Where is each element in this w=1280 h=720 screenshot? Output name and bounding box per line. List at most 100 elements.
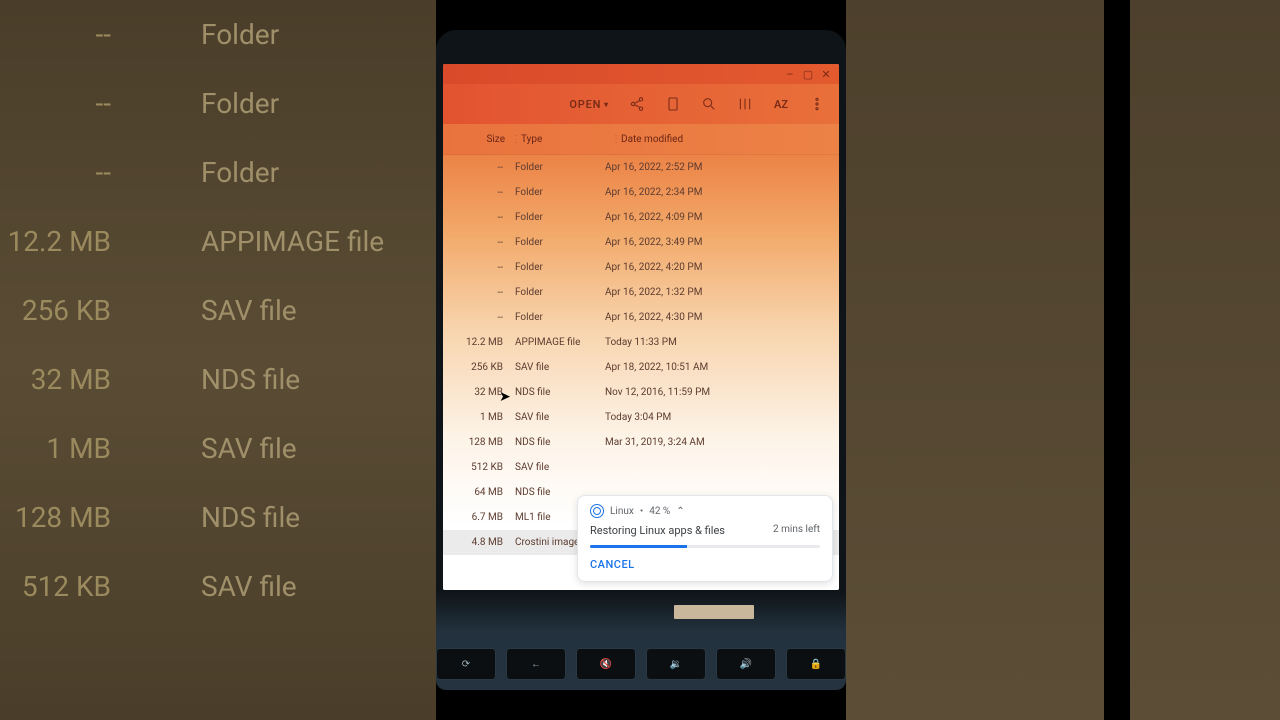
table-row[interactable]: -- FolderApr 16, 2022, 3:49 PM [443, 230, 839, 255]
toast-title: Restoring Linux apps & files [590, 524, 725, 537]
cell-size: 4.8 MB [443, 537, 503, 548]
share-icon[interactable] [629, 96, 645, 112]
toast-progress-bar [590, 545, 820, 548]
cell-date: Apr 16, 2022, 3:49 PM [605, 237, 839, 248]
toast-header[interactable]: Linux • 42 % ⌃ [590, 504, 820, 518]
background-row: -- Folder [0, 69, 436, 138]
sort-az-icon[interactable]: AZ [773, 96, 789, 112]
bg-size: 32 MB [6, 363, 111, 396]
bg-size: 128 MB [6, 501, 111, 534]
table-row[interactable]: 512 KB SAV file [443, 455, 839, 480]
column-header-date[interactable]: Date modified [621, 134, 839, 145]
cell-size: -- [443, 287, 503, 298]
bg-size: -- [6, 87, 111, 120]
cell-type: SAV file [515, 362, 605, 373]
cell-size: 1 MB [443, 412, 503, 423]
keyboard-key: 🔉 [646, 648, 706, 680]
background-row: 256 KB SAV file [0, 276, 436, 345]
cell-size: 128 MB [443, 437, 503, 448]
cell-type: APPIMAGE file [515, 337, 605, 348]
table-row[interactable]: --FolderApr 16, 2022, 4:30 PM [443, 305, 839, 330]
bg-size: 512 KB [6, 570, 111, 603]
toast-app-name: Linux [610, 506, 634, 517]
bg-type: NDS file [201, 363, 300, 396]
cell-type: Folder [515, 187, 605, 198]
table-row[interactable]: -- FolderApr 16, 2022, 1:32 PM [443, 280, 839, 305]
cell-size: 256 KB [443, 362, 503, 373]
cell-size: -- [443, 237, 503, 248]
laptop-touchpad-notch [674, 605, 754, 619]
cell-size: 12.2 MB [443, 337, 503, 348]
open-button[interactable]: OPEN [569, 98, 609, 111]
view-toggle-icon[interactable] [737, 96, 753, 112]
cell-size: 64 MB [443, 487, 503, 498]
background-row: 32 MB NDS file [0, 345, 436, 414]
background-row: 1 MBSAV file [0, 414, 436, 483]
toast-percent: 42 % [649, 506, 670, 517]
background-row: --Folder [0, 138, 436, 207]
cell-type: NDS file [515, 437, 605, 448]
bg-type: SAV file [201, 570, 297, 603]
bg-size: 1 MB [6, 432, 111, 465]
toast-eta: 2 mins left [773, 524, 820, 537]
background-row: 512 KB SAV file [0, 552, 436, 621]
keyboard-key: 🔊 [716, 648, 776, 680]
cell-type: SAV file [515, 462, 605, 473]
bg-type: Folder [201, 87, 279, 120]
files-app: – ▢ ✕ OPEN AZ [443, 64, 839, 590]
cell-date: Today 11:33 PM [605, 337, 839, 348]
cancel-button[interactable]: CANCEL [590, 558, 635, 571]
cell-type: NDS file [515, 387, 605, 398]
table-row[interactable]: --FolderApr 16, 2022, 2:52 PM [443, 155, 839, 180]
background-zoom-panel: --Folder--Folder--Folder12.2 MBAPPIMAGE … [0, 0, 436, 720]
cell-date: Apr 18, 2022, 10:51 AM [605, 362, 839, 373]
table-row[interactable]: 128 MB NDS fileMar 31, 2019, 3:24 AM [443, 430, 839, 455]
table-row[interactable]: 1 MBSAV fileToday 3:04 PM [443, 405, 839, 430]
cell-type: Folder [515, 237, 605, 248]
cell-size: -- [443, 212, 503, 223]
table-row[interactable]: --FolderApr 16, 2022, 4:20 PM [443, 255, 839, 280]
keyboard-key: ← [506, 648, 566, 680]
column-divider: ⋮ [611, 134, 621, 145]
background-blur-right [846, 0, 1106, 720]
bg-type: SAV file [201, 294, 297, 327]
table-row[interactable]: 32 MBNDS fileNov 12, 2016, 11:59 PM [443, 380, 839, 405]
cell-type: Folder [515, 262, 605, 273]
cell-type: Folder [515, 312, 605, 323]
cell-size: 6.7 MB [443, 512, 503, 523]
cell-date: Apr 16, 2022, 4:20 PM [605, 262, 839, 273]
cell-date: Apr 16, 2022, 2:34 PM [605, 187, 839, 198]
cell-date: Apr 16, 2022, 4:09 PM [605, 212, 839, 223]
chevron-up-icon[interactable]: ⌃ [676, 506, 684, 517]
window-maximize-button[interactable]: ▢ [803, 69, 813, 79]
background-row: 128 MBNDS file [0, 483, 436, 552]
cell-date: Apr 16, 2022, 1:32 PM [605, 287, 839, 298]
cell-size: 512 KB [443, 462, 503, 473]
window-minimize-button[interactable]: – [785, 69, 795, 79]
column-header-type[interactable]: Type [521, 134, 611, 145]
cell-type: SAV file [515, 412, 605, 423]
more-menu-icon[interactable] [809, 96, 825, 112]
background-blur-far-right [1130, 0, 1280, 720]
column-headers: Size ⋮ Type ⋮ Date modified [443, 124, 839, 155]
keyboard-key: ⟳ [436, 648, 496, 680]
bg-type: APPIMAGE file [201, 225, 384, 258]
window-close-button[interactable]: ✕ [821, 69, 831, 79]
table-row[interactable]: --FolderApr 16, 2022, 2:34 PM [443, 180, 839, 205]
cell-date: Nov 12, 2016, 11:59 PM [605, 387, 839, 398]
linux-icon [590, 504, 604, 518]
column-header-size[interactable]: Size [443, 134, 511, 145]
cell-size: -- [443, 312, 503, 323]
table-row[interactable]: --FolderApr 16, 2022, 4:09 PM [443, 205, 839, 230]
window-titlebar: – ▢ ✕ [443, 64, 839, 84]
table-row[interactable]: 12.2 MB APPIMAGE fileToday 11:33 PM [443, 330, 839, 355]
laptop-screen: – ▢ ✕ OPEN AZ [443, 64, 839, 590]
bg-size: 256 KB [6, 294, 111, 327]
delete-icon[interactable] [665, 96, 681, 112]
table-row[interactable]: 256 KB SAV fileApr 18, 2022, 10:51 AM [443, 355, 839, 380]
column-divider: ⋮ [511, 134, 521, 145]
cell-type: Folder [515, 287, 605, 298]
search-icon[interactable] [701, 96, 717, 112]
cell-date: Mar 31, 2019, 3:24 AM [605, 437, 839, 448]
background-divider [1104, 0, 1130, 720]
